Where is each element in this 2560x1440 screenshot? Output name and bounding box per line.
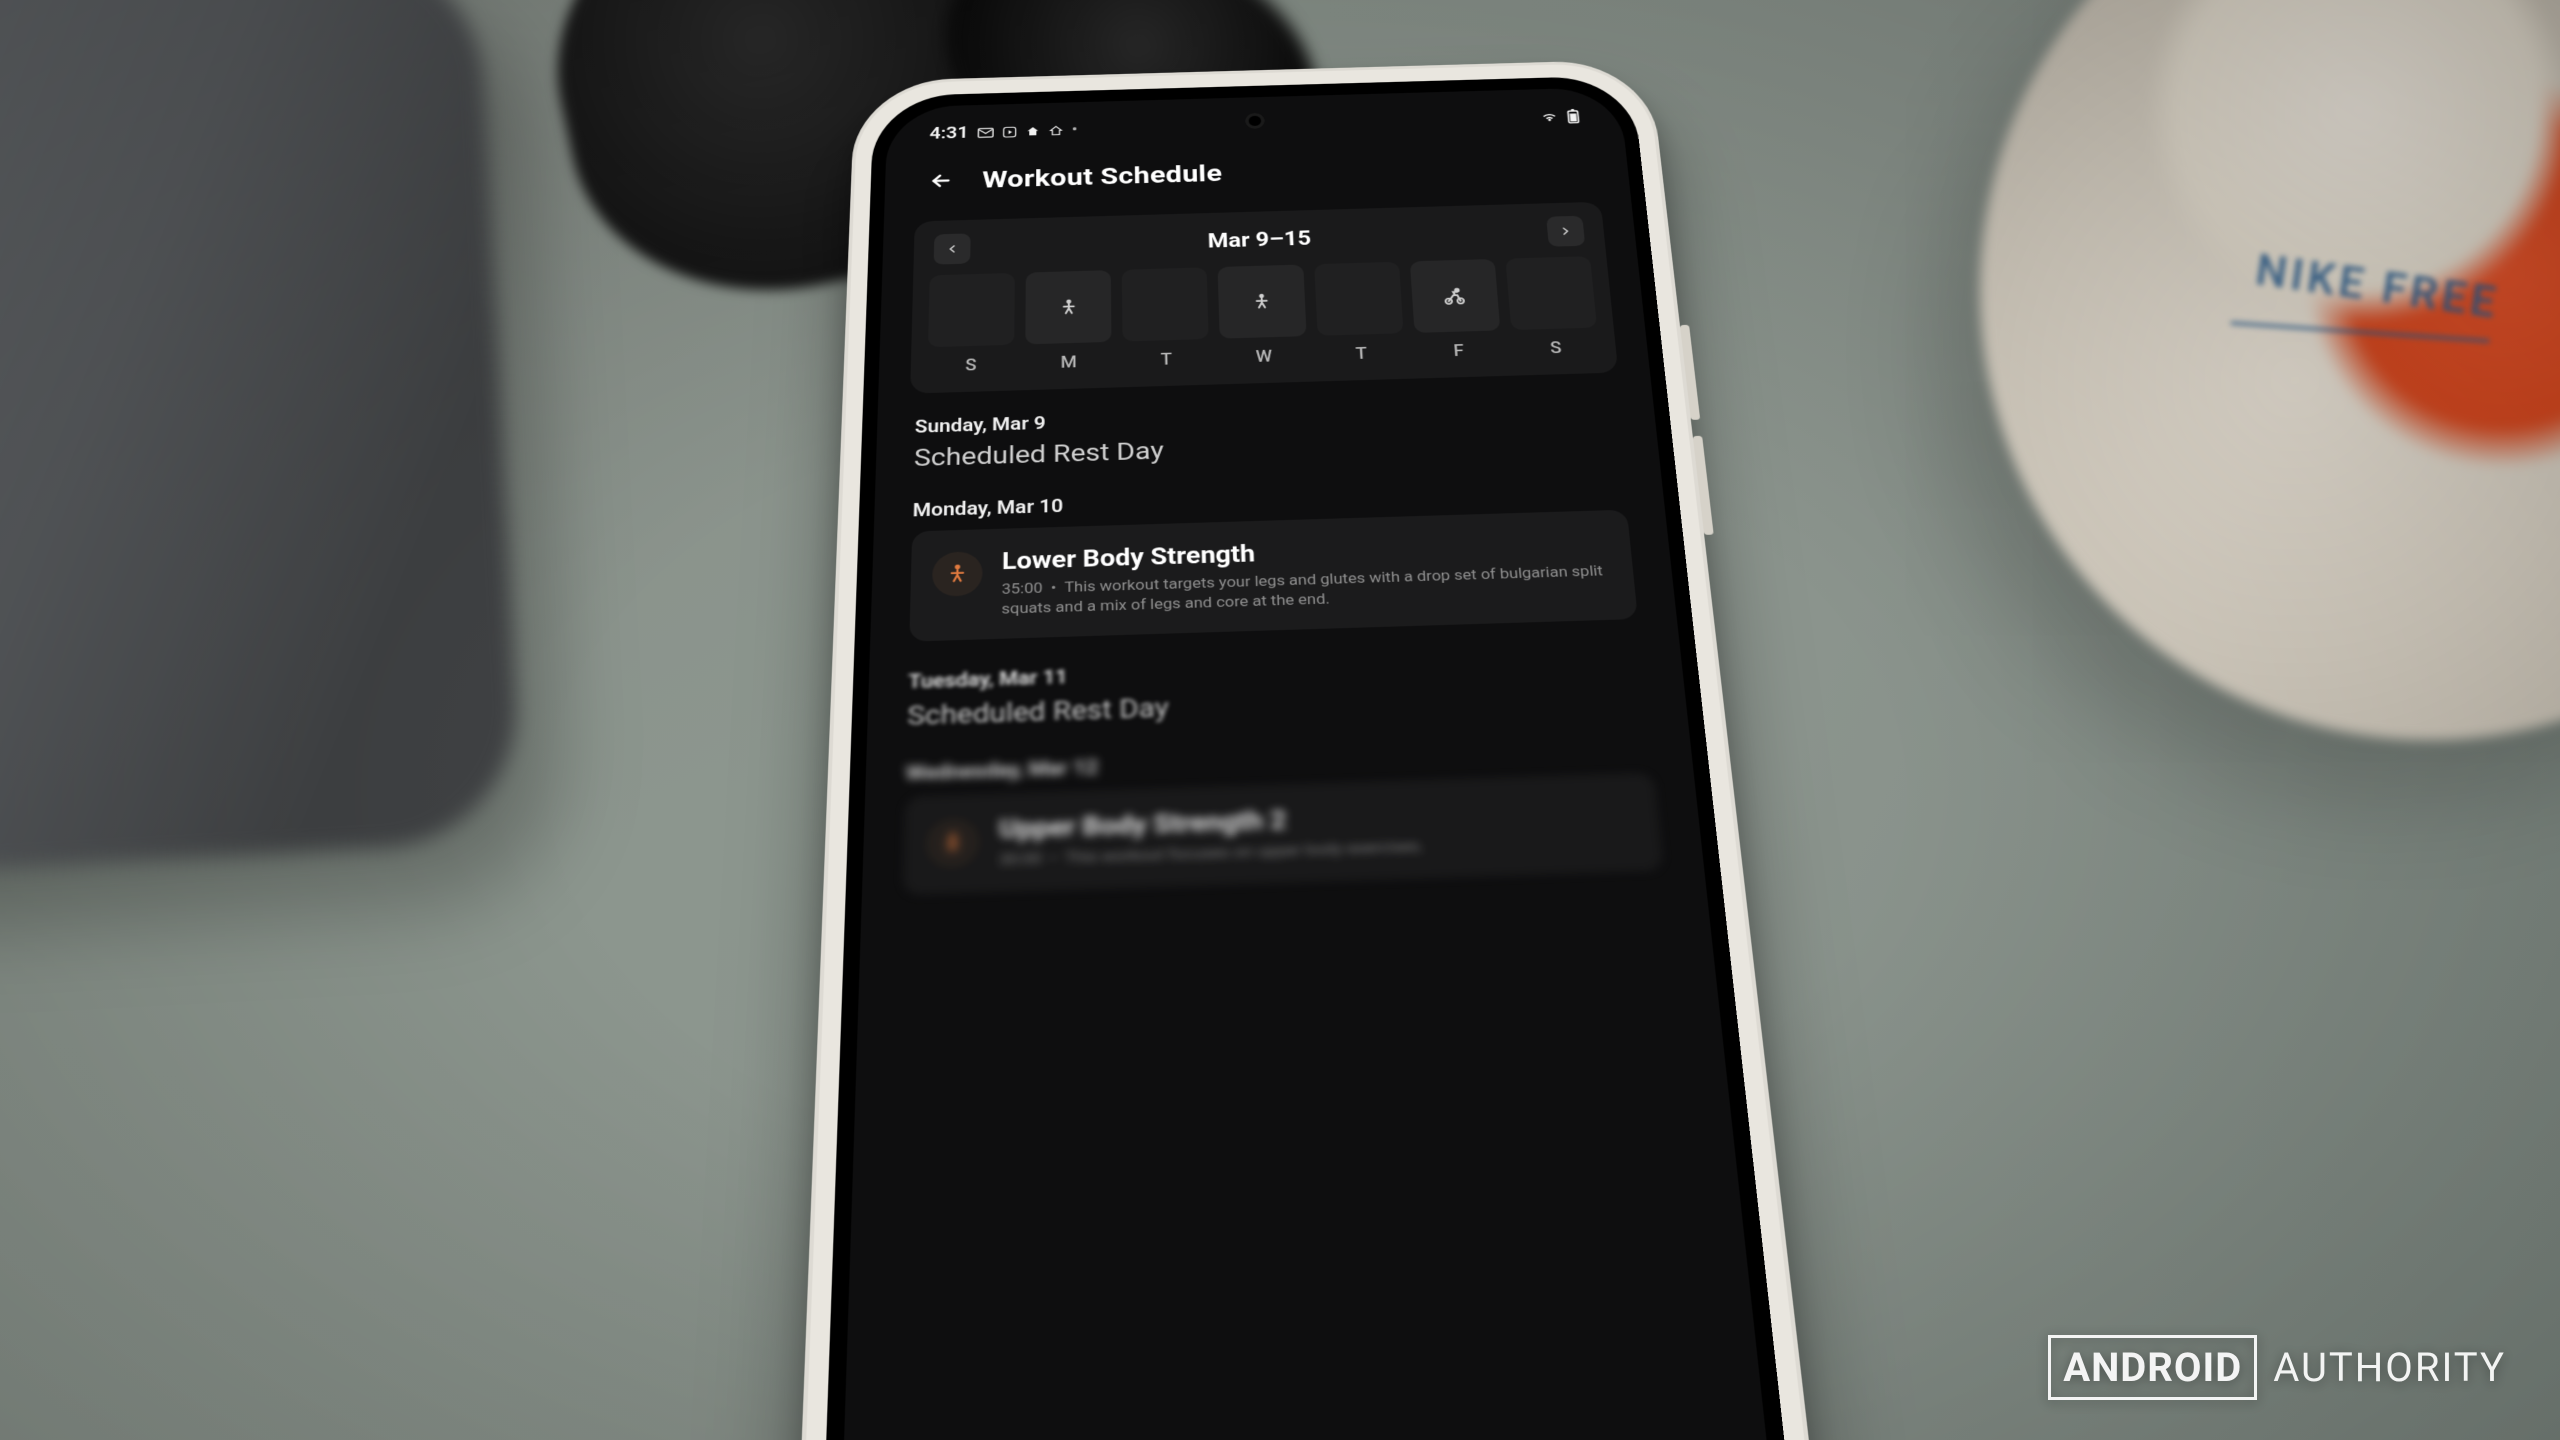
cycling-icon xyxy=(1442,285,1467,306)
day-cell-tue[interactable]: T xyxy=(1122,267,1210,370)
day-cell-mon[interactable]: M xyxy=(1025,270,1112,373)
chevron-right-icon xyxy=(1558,225,1574,237)
day-tile xyxy=(1314,261,1403,335)
strength-icon xyxy=(944,561,971,586)
wifi-icon xyxy=(1540,110,1559,122)
chevron-left-icon xyxy=(945,242,960,255)
week-next-button[interactable] xyxy=(1546,215,1585,246)
workout-description: This workout focuses on upper body exerc… xyxy=(1065,837,1425,867)
workout-card[interactable]: Lower Body Strength 35:00 • This workout… xyxy=(909,509,1638,641)
workout-card[interactable]: Upper Body Strength 2 30:00 • This worko… xyxy=(903,772,1664,895)
week-selector-card: Mar 9–15 S xyxy=(910,201,1618,393)
mail-icon xyxy=(977,127,993,138)
day-tile xyxy=(1410,259,1501,333)
strength-icon xyxy=(938,829,967,856)
day-section-wed: Wednesday, Mar 12 Upper Body Strength 2 … xyxy=(903,739,1664,895)
day-cell-sat[interactable]: S xyxy=(1505,256,1600,358)
strength-icon xyxy=(1057,296,1081,317)
home-outline-icon xyxy=(1049,124,1063,136)
strength-icon xyxy=(1249,291,1274,312)
workout-type-icon xyxy=(932,551,983,597)
prop-handle xyxy=(0,0,523,878)
day-tile xyxy=(1025,270,1111,344)
day-label: S xyxy=(1549,338,1562,357)
day-section-tue: Tuesday, Mar 11 Scheduled Rest Day xyxy=(907,648,1647,731)
day-label: S xyxy=(965,355,977,374)
day-tile xyxy=(1122,267,1209,341)
play-icon xyxy=(1002,125,1016,137)
battery-icon xyxy=(1566,108,1580,123)
workout-duration: 30:00 xyxy=(999,849,1042,869)
phone-camera-hole xyxy=(1245,112,1265,128)
home-icon xyxy=(1025,125,1039,137)
watermark-word1: ANDROID xyxy=(2048,1335,2257,1400)
day-label: F xyxy=(1453,341,1465,360)
day-cell-wed[interactable]: W xyxy=(1218,264,1308,366)
week-prev-button[interactable] xyxy=(934,233,971,264)
day-tile xyxy=(928,273,1015,347)
week-range-label: Mar 9–15 xyxy=(1207,227,1311,253)
day-label: M xyxy=(1061,352,1077,371)
back-button[interactable] xyxy=(921,164,961,198)
day-cell-thu[interactable]: T xyxy=(1314,261,1405,363)
prop-ball xyxy=(1980,0,2560,740)
day-section-mon: Monday, Mar 10 Lower Body Strength 35:00 xyxy=(909,479,1638,641)
day-tile xyxy=(1505,256,1597,330)
day-label: T xyxy=(1355,343,1367,362)
schedule-list[interactable]: Sunday, Mar 9 Scheduled Rest Day Monday,… xyxy=(862,371,1704,896)
day-label: T xyxy=(1160,349,1172,368)
arrow-left-icon xyxy=(928,170,954,191)
day-cell-fri[interactable]: F xyxy=(1410,259,1503,361)
phone-side-button xyxy=(1680,324,1700,419)
status-time: 4:31 xyxy=(929,124,968,143)
workout-type-icon xyxy=(926,818,979,868)
phone-case: 4:31 xyxy=(790,59,1838,1440)
day-tile xyxy=(1218,264,1306,338)
watermark: ANDROID AUTHORITY xyxy=(2048,1335,2506,1400)
day-label: W xyxy=(1255,346,1272,365)
workout-duration: 35:00 xyxy=(1002,580,1043,598)
watermark-word2: AUTHORITY xyxy=(2273,1344,2506,1391)
page-title: Workout Schedule xyxy=(982,158,1222,193)
status-overflow-dot: • xyxy=(1072,122,1078,137)
day-section-sun: Sunday, Mar 9 Scheduled Rest Day xyxy=(914,396,1621,472)
phone-side-button xyxy=(1693,435,1714,534)
day-cell-sun[interactable]: S xyxy=(927,273,1015,376)
